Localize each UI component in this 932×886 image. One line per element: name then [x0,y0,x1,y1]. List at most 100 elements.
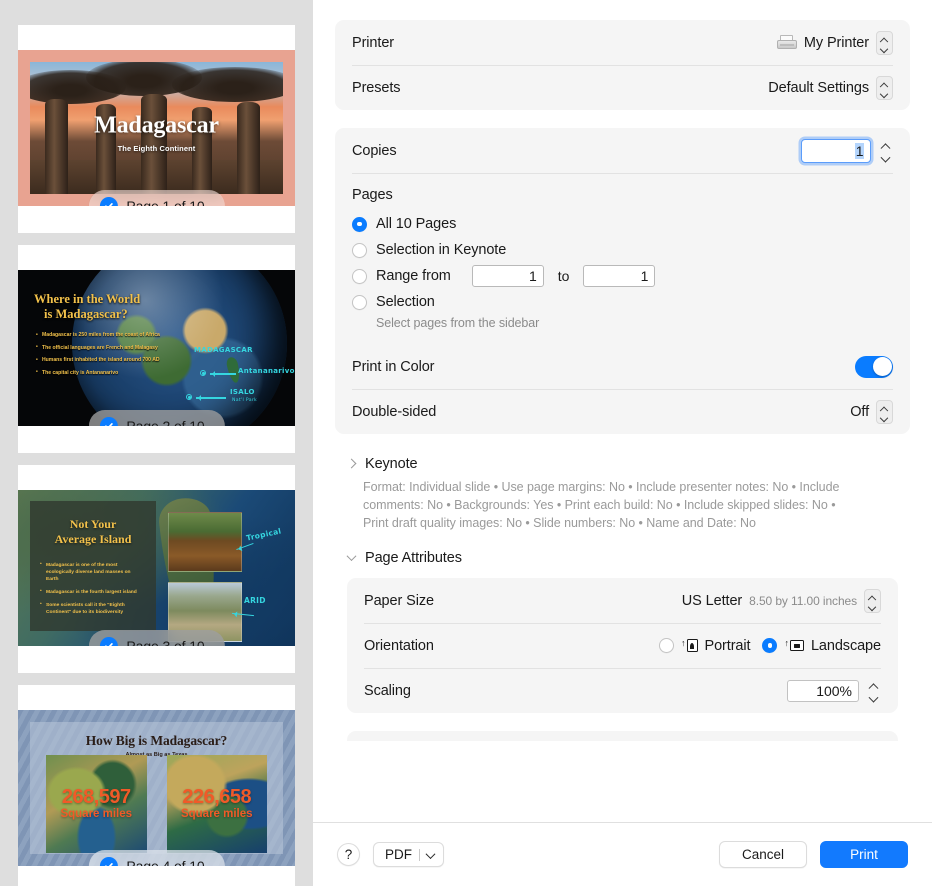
orientation-landscape-option[interactable]: ↑ Landscape [762,638,881,654]
pages-option-range[interactable]: Range from 1 to 1 [352,263,893,289]
page-preview-card-1[interactable]: Madagascar The Eighth Continent Page 1 o… [18,25,295,233]
paper-size-popup-stepper-icon[interactable] [864,588,881,613]
chevron-down-icon[interactable] [882,152,890,157]
chevron-down-icon [881,89,888,93]
paper-size-dimensions: 8.50 by 11.00 inches [749,593,857,608]
pages-option-selection-in-keynote[interactable]: Selection in Keynote [352,237,893,263]
presets-row[interactable]: Presets Default Settings [335,65,910,110]
chevron-up-icon [881,83,888,87]
slide-3-title-line2: Average Island [54,531,132,546]
orientation-row[interactable]: Orientation ↑ Portrait ↑ Landscape [347,623,898,668]
radio-landscape[interactable] [762,638,778,654]
chevron-up-icon [869,596,876,600]
pages-hint: Select pages from the sidebar [376,316,540,330]
print-in-color-control[interactable] [855,355,893,378]
orientation-portrait-option[interactable]: ↑ Portrait [659,638,751,654]
map-madagascar: 226,658 Square miles [166,755,267,853]
canopy [171,67,283,102]
person-glyph [690,642,694,649]
printer-control[interactable]: My Printer [776,30,893,55]
printer-label: Printer [352,34,395,51]
page-preview-card-3[interactable]: Not Your Average Island Madagascar is on… [18,465,295,673]
print-button[interactable]: Print [820,841,908,868]
page-preview-card-2[interactable]: Where in the World is Madagascar? Madaga… [18,245,295,453]
help-button[interactable]: ? [337,843,360,866]
slide-4-title: How Big is Madagascar? [85,733,228,748]
chevron-down-icon [881,44,888,48]
page-badge-1[interactable]: Page 1 of 10 [88,190,225,206]
orientation-tick: ↑ [681,638,686,649]
radio-range-from[interactable] [352,268,367,284]
page-badge-label: Page 2 of 10 [126,418,205,426]
printer-row[interactable]: Printer My Printer [335,20,910,65]
copies-input[interactable]: 1 [801,138,871,163]
orientation-control[interactable]: ↑ Portrait ↑ Landscape [659,638,881,654]
stat-number: 226,658 [182,786,252,809]
radio-selection[interactable] [352,294,367,310]
chevron-down-icon[interactable] [870,692,878,697]
presets-control[interactable]: Default Settings [768,75,893,100]
map-label-antananarivo: Antananarivo [238,367,295,375]
keynote-disclosure-header[interactable]: Keynote [347,452,898,476]
chevron-up-icon[interactable] [882,144,890,149]
scaling-input[interactable]: 100% [787,679,859,702]
print-options-scroll-area[interactable]: Printer My Printer Presets Default Setti… [313,0,932,822]
presets-popup-stepper-icon[interactable] [876,75,893,100]
copies-row[interactable]: Copies 1 [335,128,910,173]
scaling-stepper[interactable] [866,678,881,704]
scaling-control[interactable]: 100% [787,678,881,704]
page-attributes-disclosure-header[interactable]: Page Attributes [347,546,898,570]
page-badge-3[interactable]: Page 3 of 10 [88,630,225,646]
person-glyph [793,643,800,648]
paper-size-control[interactable]: US Letter 8.50 by 11.00 inches [682,588,881,613]
slide-4-content: How Big is Madagascar? Almost as Big as … [18,710,295,866]
list-item: The capital city is Antananarivo [36,369,176,377]
print-in-color-row[interactable]: Print in Color [335,344,910,389]
chevron-down-icon [869,602,876,606]
keynote-section: Keynote Format: Individual slide • Use p… [335,452,910,532]
double-sided-row[interactable]: Double-sided Off [335,389,910,434]
page-outline [789,640,804,652]
copies-stepper[interactable] [878,138,893,164]
chevron-right-icon[interactable] [347,459,357,469]
double-sided-control[interactable]: Off [850,399,893,424]
slide-2-content: Where in the World is Madagascar? Madaga… [18,270,295,426]
printer-slot [779,43,794,46]
print-in-color-toggle[interactable] [855,355,893,378]
cancel-button[interactable]: Cancel [719,841,807,868]
radio-selection-in-keynote[interactable] [352,242,367,258]
pages-option-selection[interactable]: Selection [352,289,893,315]
copies-control[interactable]: 1 [801,138,893,164]
list-item: Some scientists call it the "Eighth Cont… [40,602,144,617]
chevron-up-icon [881,407,888,411]
page-preview-card-4[interactable]: How Big is Madagascar? Almost as Big as … [18,685,295,886]
page-badge-label: Page 1 of 10 [126,198,205,206]
paper-size-row[interactable]: Paper Size US Letter 8.50 by 11.00 inche… [347,578,898,623]
page-attributes-section: Page Attributes Paper Size US Letter 8.5… [335,546,910,714]
list-item: Madagascar is one of the most ecological… [40,562,144,584]
printer-popup-stepper-icon[interactable] [876,30,893,55]
chevron-up-icon[interactable] [870,684,878,689]
radio-portrait[interactable] [659,638,674,654]
map-pin [200,370,206,376]
page-badge-4[interactable]: Page 4 of 10 [88,850,225,866]
range-from-input[interactable]: 1 [471,265,544,287]
slide-1-content: Madagascar The Eighth Continent [18,50,295,206]
dialog-footer: ? PDF Cancel Print [313,822,932,886]
chevron-down-icon [881,413,888,417]
page-preview-sidebar[interactable]: Madagascar The Eighth Continent Page 1 o… [0,0,313,886]
pages-option-all[interactable]: All 10 Pages [352,211,893,237]
slide-3-content: Not Your Average Island Madagascar is on… [18,490,295,646]
slide-1-title: Madagascar [94,112,219,139]
radio-all-pages[interactable] [352,216,367,232]
slide-thumbnail-3: Not Your Average Island Madagascar is on… [18,490,295,646]
double-sided-popup-stepper-icon[interactable] [876,399,893,424]
pdf-button[interactable]: PDF [373,842,444,867]
range-to-input[interactable]: 1 [583,265,656,287]
slide-3-title-line1: Not Your [69,517,117,531]
page-badge-2[interactable]: Page 2 of 10 [88,410,225,426]
chevron-down-icon[interactable] [347,553,357,563]
orientation-label: Orientation [364,637,434,654]
map-arrow [196,395,226,400]
scaling-row[interactable]: Scaling 100% [347,668,898,713]
